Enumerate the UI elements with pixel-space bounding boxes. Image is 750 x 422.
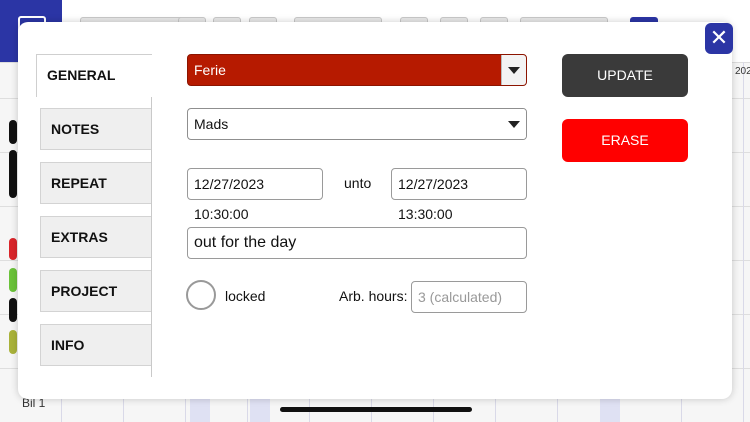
background-event-bar (9, 238, 17, 260)
locked-toggle[interactable] (186, 280, 216, 310)
home-indicator[interactable] (280, 407, 472, 412)
chevron-down-icon (502, 109, 526, 139)
person-select[interactable]: Mads (187, 108, 527, 140)
background-date-stub: 202 (735, 66, 750, 77)
end-datetime-field[interactable]: 12/27/2023 13:30:00 (391, 168, 527, 222)
tab-extras[interactable]: EXTRAS (40, 216, 151, 258)
tab-label: REPEAT (51, 175, 107, 191)
locked-label: locked (225, 288, 266, 304)
start-datetime-field[interactable]: 12/27/2023 10:30:00 (187, 168, 323, 222)
arb-hours-label: Arb. hours: (339, 288, 408, 304)
background-event-bar (9, 298, 17, 322)
background-event-bar (9, 120, 17, 144)
tab-label: EXTRAS (51, 229, 108, 245)
description-field[interactable]: out for the day (187, 227, 527, 259)
close-button[interactable]: ✕ (705, 23, 733, 54)
tab-repeat[interactable]: REPEAT (40, 162, 151, 204)
background-event-bar (9, 150, 17, 198)
unto-label: unto (344, 175, 372, 191)
tab-info[interactable]: INFO (40, 324, 151, 366)
tab-label: NOTES (51, 121, 100, 137)
type-select-value: Ferie (194, 62, 226, 78)
type-select[interactable]: Ferie (187, 54, 527, 86)
background-event-bar (9, 268, 17, 292)
arb-hours-field[interactable]: 3 (calculated) (411, 281, 527, 313)
chevron-down-icon (501, 55, 526, 85)
tab-label: PROJECT (51, 283, 118, 299)
tab-label: INFO (51, 337, 85, 353)
tab-label: GENERAL (47, 67, 116, 83)
tab-general[interactable]: GENERAL (36, 54, 152, 97)
tabs-divider (151, 97, 152, 377)
person-select-value: Mads (194, 116, 229, 132)
tab-project[interactable]: PROJECT (40, 270, 151, 312)
close-icon: ✕ (709, 25, 729, 50)
tab-notes[interactable]: NOTES (40, 108, 151, 150)
update-button[interactable]: UPDATE (562, 54, 688, 97)
description-value: out for the day (194, 234, 297, 251)
background-event-bar (9, 330, 17, 354)
arb-hours-placeholder: 3 (calculated) (418, 289, 503, 305)
erase-button[interactable]: ERASE (562, 119, 688, 162)
